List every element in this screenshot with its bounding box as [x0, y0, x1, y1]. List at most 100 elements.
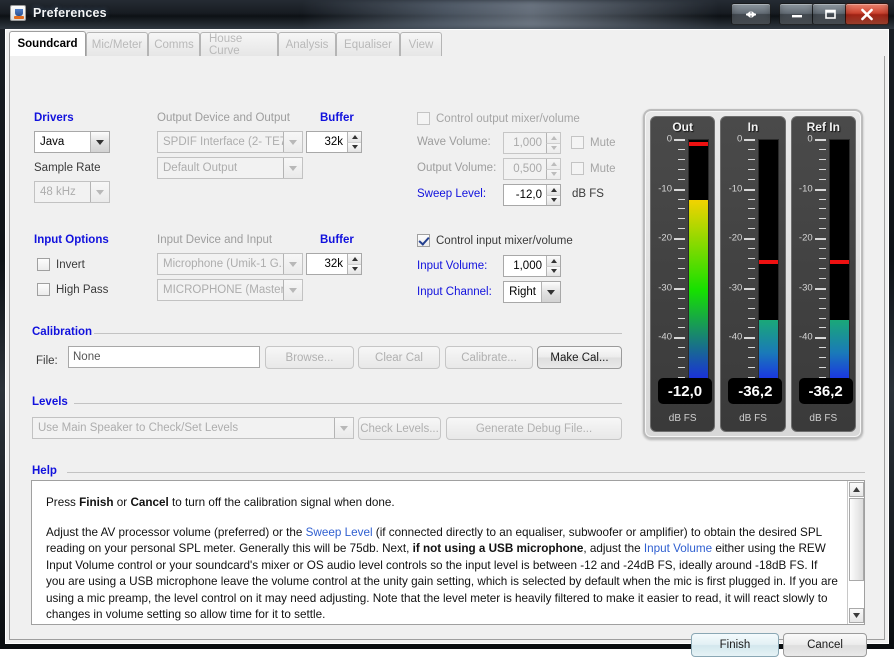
chevron-down-icon[interactable] [283, 254, 302, 274]
minimize-icon [790, 9, 804, 19]
wave-volume-spinner[interactable]: 1,000 [503, 132, 561, 154]
scroll-down-icon[interactable] [849, 608, 864, 623]
level-meter-ref-in: Ref In0-10-20-30-40-50-36,2dB FS [791, 116, 856, 432]
spinner-buttons[interactable] [347, 254, 361, 274]
meter-tick-minor [678, 159, 685, 160]
spinner-down-icon[interactable] [546, 169, 560, 180]
spinner-buttons[interactable] [546, 159, 560, 179]
scroll-up-icon[interactable] [849, 482, 864, 497]
help-scrollbar[interactable] [847, 481, 864, 624]
tab-house-curve[interactable]: House Curve [200, 32, 278, 56]
spinner-down-icon[interactable] [546, 143, 560, 154]
title-bar[interactable]: Preferences [0, 0, 894, 29]
input-device-value: Microphone (Umik-1 G... [158, 258, 283, 270]
help-input-volume-link[interactable]: Input Volume [644, 542, 712, 555]
meter-tick-minor [819, 169, 826, 170]
chevron-down-icon[interactable] [283, 158, 302, 178]
tab-view[interactable]: View [400, 32, 442, 56]
input-channel-combo[interactable]: Right [503, 281, 561, 303]
input-device-combo[interactable]: Microphone (Umik-1 G... [157, 253, 303, 275]
spinner-buttons[interactable] [546, 133, 560, 153]
generate-debug-file-button[interactable]: Generate Debug File... [446, 417, 622, 440]
spinner-up-icon[interactable] [546, 185, 560, 195]
help-sweep-level-link[interactable]: Sweep Level [306, 526, 373, 539]
meter-peak-indicator [759, 260, 778, 264]
chevron-down-icon[interactable] [283, 280, 302, 300]
resize-window-button[interactable] [731, 3, 771, 25]
cancel-button[interactable]: Cancel [783, 633, 867, 657]
spinner-down-icon[interactable] [347, 142, 361, 153]
finish-button[interactable]: Finish [691, 633, 779, 657]
meter-title: Out [651, 120, 714, 134]
calibrate-button[interactable]: Calibrate... [445, 346, 533, 369]
spinner-up-icon[interactable] [546, 256, 560, 266]
meter-tick-major [674, 238, 685, 240]
high-pass-checkbox[interactable]: High Pass [37, 283, 108, 296]
minimize-button[interactable] [779, 3, 814, 25]
spinner-up-icon[interactable] [546, 133, 560, 143]
clear-cal-button[interactable]: Clear Cal [358, 346, 440, 369]
close-button[interactable] [845, 3, 889, 25]
meter-bar [758, 139, 779, 387]
scrollbar-thumb[interactable] [849, 498, 864, 581]
control-output-mixer-checkbox[interactable]: Control output mixer/volume [417, 112, 580, 125]
meter-tick-minor [678, 318, 685, 319]
output-volume-spinner[interactable]: 0,500 [503, 158, 561, 180]
tab-mic-meter[interactable]: Mic/Meter [86, 32, 148, 56]
control-input-mixer-checkbox[interactable]: Control input mixer/volume [417, 234, 573, 247]
chevron-down-icon[interactable] [541, 282, 560, 302]
spinner-buttons[interactable] [546, 185, 560, 205]
tab-soundcard[interactable]: Soundcard [9, 31, 86, 56]
output-mute-checkbox[interactable]: Mute [571, 162, 616, 175]
maximize-button[interactable] [812, 3, 847, 25]
check-levels-button[interactable]: Check Levels... [358, 417, 441, 440]
tab-analysis[interactable]: Analysis [278, 32, 336, 56]
meter-tick-minor [678, 258, 685, 259]
spinner-down-icon[interactable] [546, 266, 560, 277]
meter-tick-minor [819, 179, 826, 180]
input-buffer-spinner[interactable]: 32k [306, 253, 362, 275]
levels-selector-combo[interactable]: Use Main Speaker to Check/Set Levels [32, 417, 354, 439]
output-volume-label: Output Volume: [417, 162, 496, 174]
spinner-up-icon[interactable] [546, 159, 560, 169]
help-paragraph-2: Adjust the AV processor volume (preferre… [46, 525, 838, 624]
meter-unit-label: dB FS [651, 413, 714, 424]
spinner-buttons[interactable] [546, 256, 560, 276]
drivers-combo[interactable]: Java [34, 131, 110, 153]
close-icon [860, 8, 874, 21]
checkbox-box [417, 234, 430, 247]
input-channel-device-combo[interactable]: MICROPHONE (Master ... [157, 279, 303, 301]
spinner-up-icon[interactable] [347, 254, 361, 264]
output-channel-combo[interactable]: Default Output [157, 157, 303, 179]
calibration-file-field[interactable]: None [68, 346, 260, 368]
meter-tick-label: -10 [650, 183, 672, 194]
chevron-down-icon[interactable] [334, 418, 353, 438]
meter-scale: 0-10-20-30-40-50 [655, 139, 685, 387]
sample-rate-value: 48 kHz [35, 186, 90, 198]
invert-checkbox[interactable]: Invert [37, 258, 85, 271]
double-arrow-icon [740, 9, 762, 20]
chevron-down-icon[interactable] [283, 132, 302, 152]
tab-comms[interactable]: Comms [148, 32, 200, 56]
sweep-level-unit: dB FS [572, 188, 604, 200]
spinner-up-icon[interactable] [347, 132, 361, 142]
chevron-down-icon[interactable] [90, 182, 109, 202]
spinner-down-icon[interactable] [546, 195, 560, 206]
sweep-level-spinner[interactable]: -12,0 [503, 184, 561, 206]
tab-equaliser[interactable]: Equaliser [336, 32, 400, 56]
wave-mute-checkbox[interactable]: Mute [571, 136, 616, 149]
make-cal-button[interactable]: Make Cal... [537, 346, 622, 369]
help-p2-bold1: if not using a USB microphone [413, 542, 584, 555]
browse-button[interactable]: Browse... [265, 346, 354, 369]
chevron-down-icon[interactable] [90, 132, 109, 152]
output-device-combo[interactable]: SPDIF Interface (2- TE7... [157, 131, 303, 153]
spinner-buttons[interactable] [347, 132, 361, 152]
meter-tick-minor [819, 278, 826, 279]
meter-tick-minor [748, 179, 755, 180]
sample-rate-combo[interactable]: 48 kHz [34, 181, 110, 203]
help-paragraph-1: Press Finish or Cancel to turn off the c… [46, 495, 838, 512]
input-volume-spinner[interactable]: 1,000 [503, 255, 561, 277]
checkbox-box [571, 136, 584, 149]
output-buffer-spinner[interactable]: 32k [306, 131, 362, 153]
spinner-down-icon[interactable] [347, 264, 361, 275]
